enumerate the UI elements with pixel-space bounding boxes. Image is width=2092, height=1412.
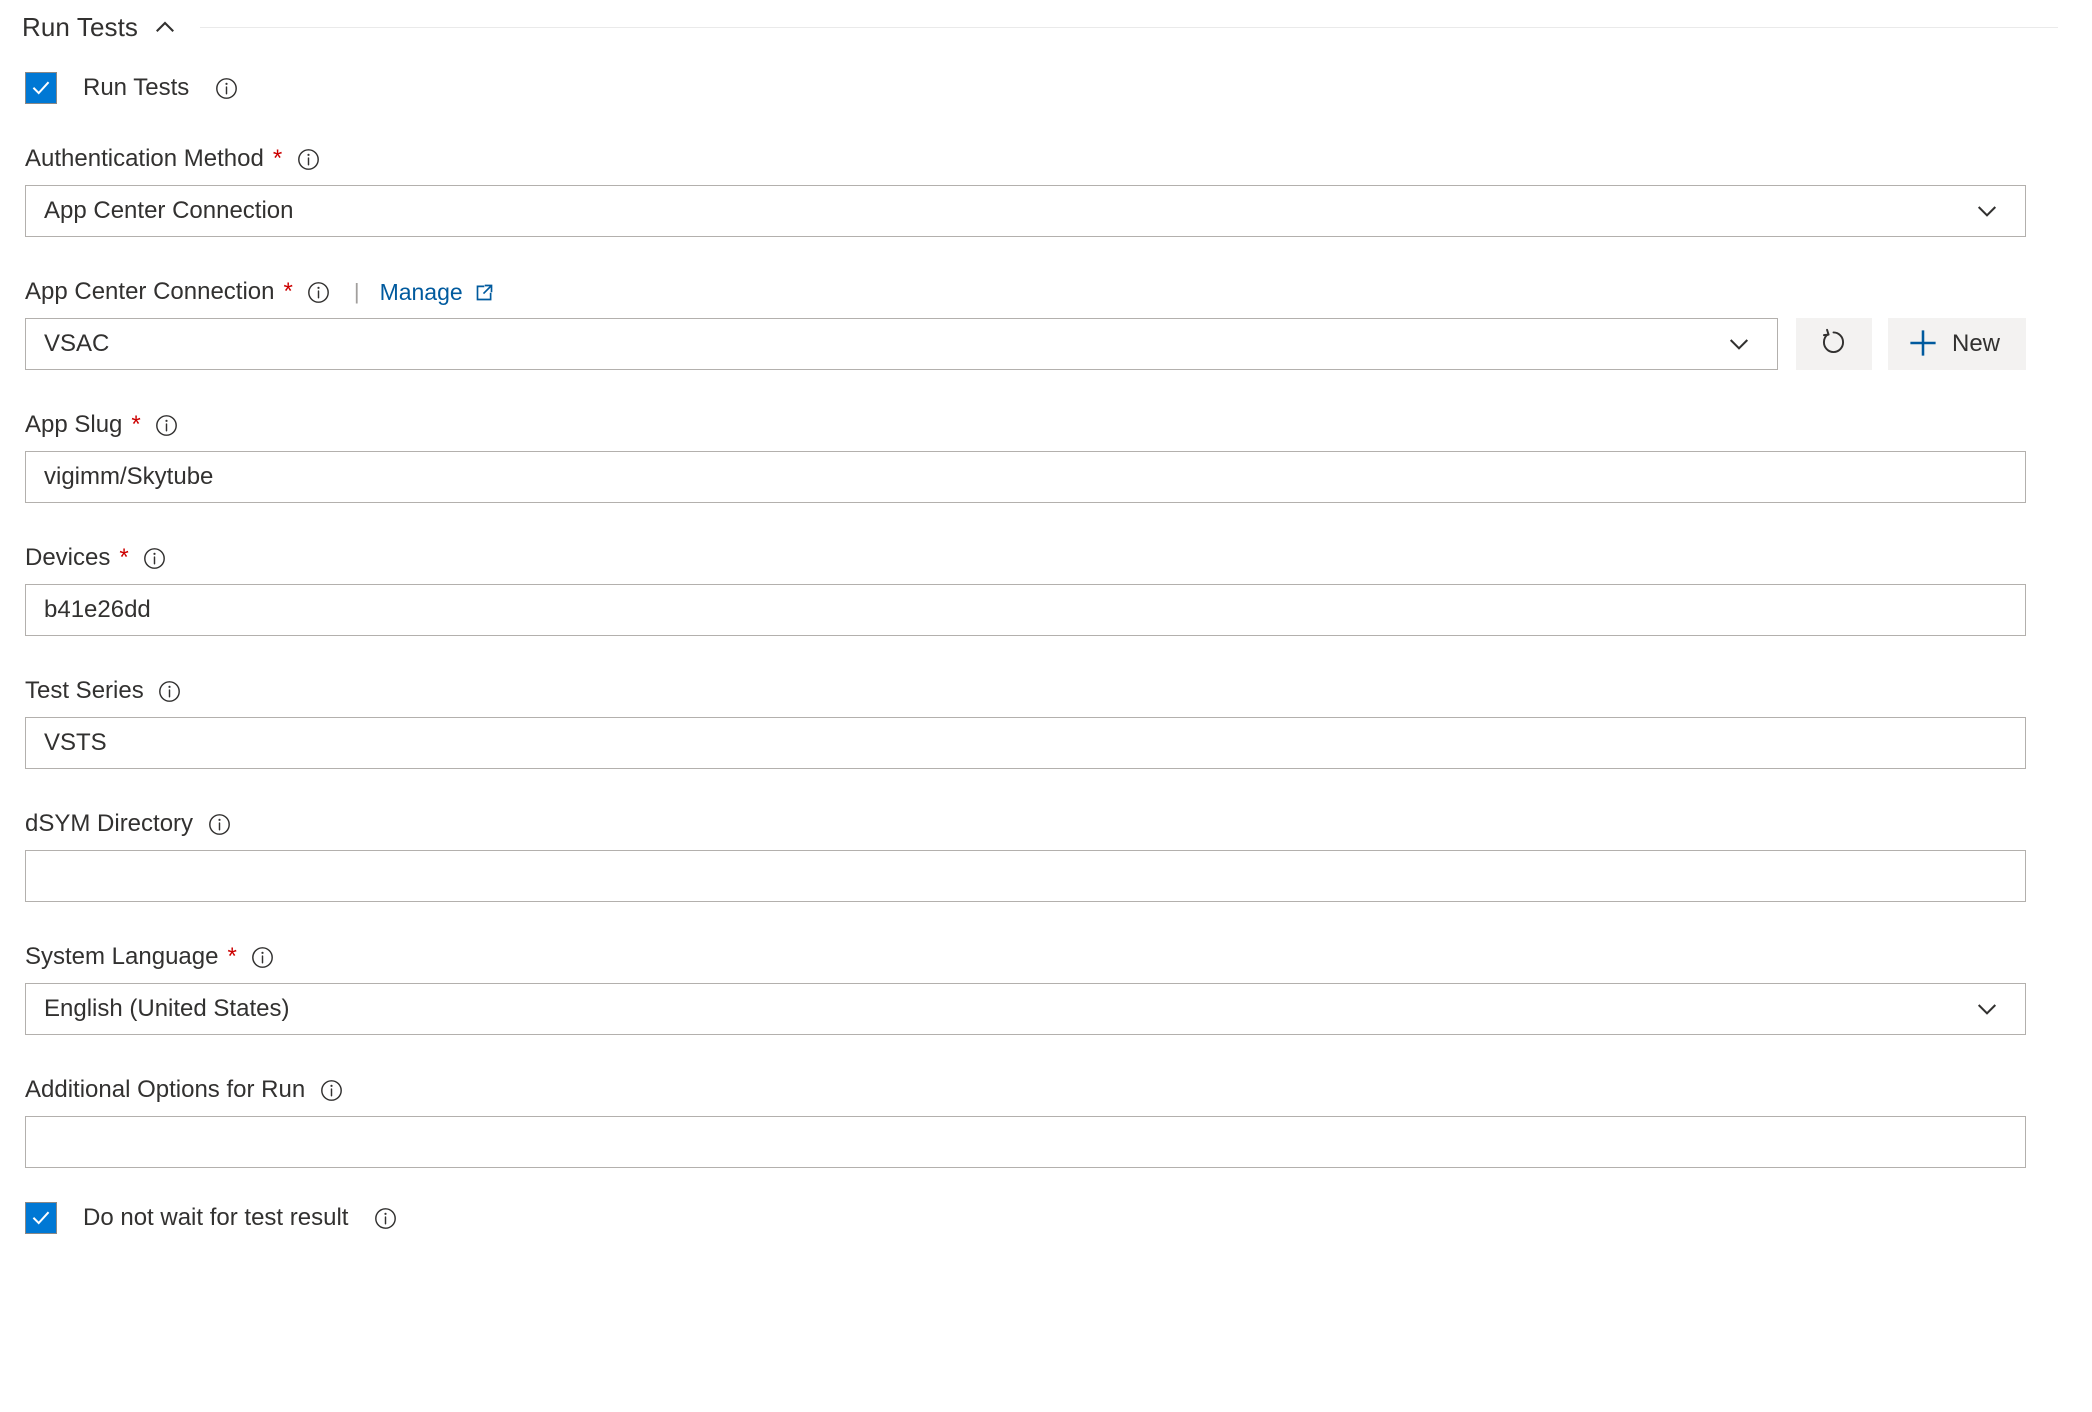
additional-options-label-row: Additional Options for Run — [25, 1073, 2026, 1107]
authentication-method-value: App Center Connection — [44, 197, 294, 224]
info-icon[interactable] — [372, 1205, 398, 1231]
chevron-up-icon[interactable] — [152, 14, 178, 40]
dsym-directory-input[interactable] — [25, 850, 2026, 902]
plus-icon — [1906, 326, 1940, 363]
test-series-label: Test Series — [25, 677, 144, 704]
system-language-label: System Language — [25, 943, 219, 970]
required-asterisk: * — [119, 544, 129, 571]
info-icon[interactable] — [154, 412, 180, 438]
do-not-wait-checkbox-row[interactable]: Do not wait for test result — [0, 1198, 2092, 1238]
devices-label-row: Devices * — [25, 541, 2026, 575]
dsym-directory-label-row: dSYM Directory — [25, 807, 2026, 841]
app-slug-label-row: App Slug * — [25, 408, 2026, 442]
chevron-down-icon[interactable] — [1723, 328, 1755, 360]
test-series-label-row: Test Series — [25, 674, 2026, 708]
chevron-down-icon[interactable] — [1971, 195, 2003, 227]
app-center-connection-row: VSAC New — [25, 318, 2026, 370]
system-language-select[interactable]: English (United States) — [25, 983, 2026, 1035]
devices-input[interactable] — [25, 584, 2026, 636]
run-tests-checkbox-row[interactable]: Run Tests — [0, 68, 2092, 108]
do-not-wait-checkbox[interactable] — [25, 1202, 57, 1234]
refresh-connections-button[interactable] — [1795, 318, 1872, 370]
field-system-language: System Language * English (United States… — [0, 940, 2092, 1035]
required-asterisk: * — [283, 278, 293, 305]
additional-options-input[interactable] — [25, 1116, 2026, 1168]
test-series-input[interactable] — [25, 717, 2026, 769]
field-additional-options: Additional Options for Run — [0, 1073, 2092, 1168]
required-asterisk: * — [272, 145, 283, 172]
dsym-directory-label: dSYM Directory — [25, 810, 194, 837]
do-not-wait-checkbox-label: Do not wait for test result — [83, 1204, 349, 1231]
authentication-method-label: Authentication Method — [25, 145, 264, 172]
chevron-down-icon[interactable] — [1971, 993, 2003, 1025]
manage-link[interactable]: Manage — [380, 279, 463, 306]
app-center-connection-value: VSAC — [44, 330, 110, 357]
system-language-label-row: System Language * — [25, 940, 2026, 974]
info-icon[interactable] — [295, 146, 321, 172]
field-app-center-connection: App Center Connection * | Manage VSAC Ne… — [0, 275, 2092, 370]
field-test-series: Test Series — [0, 674, 2092, 769]
info-icon[interactable] — [213, 75, 239, 101]
info-icon[interactable] — [157, 678, 183, 704]
new-connection-label: New — [1951, 330, 2000, 357]
field-devices: Devices * — [0, 541, 2092, 636]
section-title: Run Tests — [22, 11, 139, 42]
authentication-method-label-row: Authentication Method * — [25, 142, 2026, 176]
info-icon[interactable] — [306, 279, 332, 305]
info-icon[interactable] — [142, 545, 168, 571]
label-separator: | — [353, 279, 360, 304]
run-tests-form-panel: Run Tests Run Tests Authentication Metho… — [0, 0, 2092, 1412]
app-slug-label: App Slug — [25, 411, 123, 438]
authentication-method-select[interactable]: App Center Connection — [25, 185, 2026, 237]
system-language-value: English (United States) — [44, 995, 290, 1022]
field-authentication-method: Authentication Method * App Center Conne… — [0, 142, 2092, 237]
app-center-connection-select[interactable]: VSAC — [25, 318, 1778, 370]
app-center-connection-label: App Center Connection — [25, 278, 275, 305]
field-dsym-directory: dSYM Directory — [0, 807, 2092, 902]
app-slug-input[interactable] — [25, 451, 2026, 503]
run-tests-checkbox[interactable] — [25, 72, 57, 104]
app-center-connection-label-row: App Center Connection * | Manage — [25, 275, 2026, 309]
required-asterisk: * — [131, 411, 141, 438]
info-icon[interactable] — [318, 1077, 344, 1103]
info-icon[interactable] — [206, 811, 232, 837]
section-divider — [200, 26, 2058, 28]
info-icon[interactable] — [250, 944, 276, 970]
external-link-icon[interactable] — [474, 281, 496, 303]
field-app-slug: App Slug * — [0, 408, 2092, 503]
required-asterisk: * — [227, 943, 237, 970]
section-header: Run Tests — [0, 0, 2092, 46]
refresh-icon — [1818, 327, 1849, 361]
devices-label: Devices — [25, 544, 111, 571]
new-connection-button[interactable]: New — [1887, 318, 2026, 370]
run-tests-checkbox-label: Run Tests — [83, 74, 190, 101]
additional-options-label: Additional Options for Run — [25, 1076, 306, 1103]
